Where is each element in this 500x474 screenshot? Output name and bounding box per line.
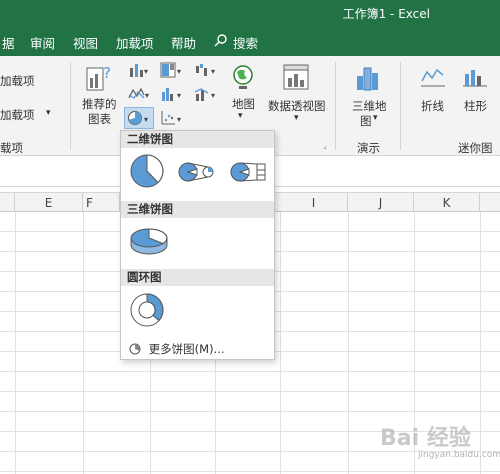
scatter-chart-icon[interactable]: ▾: [160, 110, 184, 129]
menu-data[interactable]: 据: [2, 33, 15, 52]
chevron-down-icon[interactable]: ▾: [294, 113, 299, 123]
3d-map-label[interactable]: 三维地: [352, 98, 387, 114]
gridline: [0, 371, 500, 372]
waterfall-chart-icon[interactable]: ▾: [194, 62, 218, 81]
column-header-partial[interactable]: [0, 193, 15, 213]
gridline: [0, 471, 500, 472]
hierarchy-chart-icon[interactable]: ▾: [160, 62, 184, 81]
more-pie-charts-label[interactable]: 更多饼图(M)...: [149, 342, 225, 356]
sparklines-group-label: 迷你图: [458, 141, 493, 155]
bar-of-pie-icon[interactable]: [229, 161, 269, 186]
section-2d-pie: 二维饼图: [121, 131, 274, 148]
svg-text:▾: ▾: [145, 91, 149, 100]
gridline: [0, 411, 500, 412]
chevron-down-icon[interactable]: ▾: [46, 108, 51, 118]
addins-button-2[interactable]: 加载项: [0, 107, 35, 123]
tours-group-label: 演示: [357, 141, 380, 155]
sparkline-column-label[interactable]: 柱形: [464, 98, 487, 114]
title-bar: 工作簿1 - Excel: [0, 0, 500, 26]
menu-bar: 据 审阅 视图 加载项 帮助 搜索: [0, 26, 500, 56]
watermark-url: jingyan.baidu.com: [418, 450, 500, 460]
sparkline-line-icon[interactable]: [420, 66, 446, 91]
pivot-chart-icon[interactable]: [283, 64, 311, 95]
sparkline-column-icon[interactable]: [462, 66, 488, 91]
column-header-f[interactable]: F: [83, 193, 120, 213]
pie-of-pie-icon[interactable]: [177, 161, 217, 186]
menu-addins[interactable]: 加载项: [116, 33, 154, 52]
3d-map-label-2[interactable]: 图: [360, 113, 372, 129]
addins-button-1[interactable]: 加载项: [0, 73, 35, 89]
pie-small-icon: [129, 343, 141, 355]
column-header-i[interactable]: I: [280, 193, 348, 213]
svg-text:?: ?: [103, 64, 111, 82]
pie-chart-button[interactable]: ▾: [124, 107, 154, 129]
section-3d-pie: 三维饼图: [121, 201, 274, 218]
column-header-j[interactable]: J: [348, 193, 414, 213]
divider: [70, 62, 71, 150]
svg-text:▾: ▾: [144, 115, 148, 124]
pie-3d-icon[interactable]: [129, 226, 169, 261]
recommended-charts-label-2[interactable]: 图表: [88, 111, 111, 127]
search-icon[interactable]: [214, 33, 228, 50]
recommended-charts-icon[interactable]: ?: [86, 64, 112, 95]
watermark-logo: Bai 经验: [380, 426, 471, 451]
chevron-down-icon[interactable]: ▾: [238, 111, 243, 121]
maps-label[interactable]: 地图: [232, 96, 255, 112]
pivot-chart-label[interactable]: 数据透视图: [268, 98, 326, 114]
pie-chart-dropdown: 二维饼图 三维饼图 圆环图 更多饼图(M)...: [120, 130, 275, 360]
recommended-charts-label[interactable]: 推荐的: [82, 96, 117, 112]
svg-text:▾: ▾: [177, 115, 181, 124]
3d-map-icon[interactable]: [355, 64, 381, 95]
menu-search[interactable]: 搜索: [233, 33, 258, 52]
svg-text:▾: ▾: [144, 67, 148, 76]
statistic-chart-icon[interactable]: ▾: [160, 86, 184, 105]
divider: [335, 62, 336, 150]
chevron-down-icon[interactable]: ▾: [373, 113, 378, 123]
dialog-launcher-icon[interactable]: ⌟: [323, 141, 327, 150]
menu-help[interactable]: 帮助: [171, 33, 196, 52]
addins-group-label: 载项: [0, 141, 23, 155]
svg-text:▾: ▾: [177, 91, 181, 100]
gridline: [0, 391, 500, 392]
column-header-partial-right[interactable]: [480, 193, 500, 213]
window-title: 工作簿1 - Excel: [342, 7, 430, 21]
svg-text:▾: ▾: [211, 67, 215, 76]
globe-icon[interactable]: [231, 64, 255, 95]
section-doughnut: 圆环图: [121, 269, 274, 286]
pie-icon[interactable]: [129, 153, 165, 192]
column-chart-icon[interactable]: ▾: [128, 62, 150, 81]
column-header-k[interactable]: K: [414, 193, 480, 213]
divider: [400, 62, 401, 150]
more-pie-charts[interactable]: 更多饼图(M)...: [129, 341, 225, 357]
column-header-e[interactable]: E: [15, 193, 83, 213]
line-chart-icon[interactable]: ▾: [128, 86, 152, 105]
menu-review[interactable]: 审阅: [30, 33, 55, 52]
doughnut-icon[interactable]: [129, 292, 165, 331]
combo-chart-icon[interactable]: ▾: [194, 86, 218, 105]
menu-view[interactable]: 视图: [73, 33, 98, 52]
svg-text:▾: ▾: [211, 91, 215, 100]
svg-text:▾: ▾: [177, 67, 181, 76]
sparkline-line-label[interactable]: 折线: [421, 98, 444, 114]
